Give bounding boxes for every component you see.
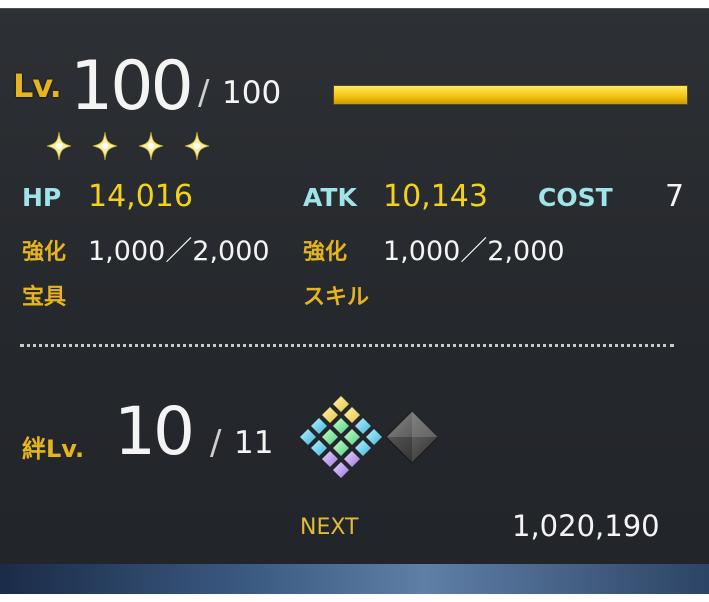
noble-phantasm-label: 宝具 — [22, 285, 67, 310]
bond-crystal-dark-icon — [385, 410, 439, 464]
rarity-stars — [46, 131, 210, 161]
cost-label: COST — [538, 183, 613, 212]
level-max: 100 — [222, 75, 282, 111]
cost-value: 7 — [665, 179, 685, 214]
hp-enhancement-label: 強化 — [22, 240, 67, 265]
sparkle-star-icon — [46, 131, 72, 161]
sparkle-star-icon — [184, 131, 210, 161]
next-label: NEXT — [300, 515, 359, 540]
bond-level-value: 10 — [114, 393, 195, 470]
sparkle-star-icon — [138, 131, 164, 161]
next-value: 1,020,190 — [512, 509, 660, 543]
servant-status-panel: Lv. 100 / 100 HP 14,016 ATK 10,143 COST … — [0, 8, 709, 565]
background-strip — [0, 564, 709, 594]
level-label: Lv. — [13, 67, 62, 105]
atk-enhancement-label: 強化 — [303, 240, 348, 265]
level-value: 100 — [70, 47, 194, 126]
hp-label: HP — [22, 183, 62, 212]
section-divider — [20, 344, 674, 347]
level-progress-bar — [333, 85, 688, 105]
level-progress-fill — [334, 86, 687, 104]
bond-level-separator: / — [210, 423, 222, 463]
bond-level-max: 11 — [234, 425, 274, 461]
bond-level-label: 絆Lv. — [22, 435, 85, 463]
atk-enhancement-value: 1,000／2,000 — [383, 236, 565, 267]
hp-value: 14,016 — [88, 179, 193, 214]
atk-label: ATK — [303, 183, 357, 212]
skill-label: スキル — [303, 285, 370, 310]
bond-crystal-rainbow-icon — [300, 396, 382, 478]
level-separator: / — [198, 73, 210, 113]
hp-enhancement-value: 1,000／2,000 — [88, 236, 270, 267]
atk-value: 10,143 — [383, 179, 488, 214]
sparkle-star-icon — [92, 131, 118, 161]
